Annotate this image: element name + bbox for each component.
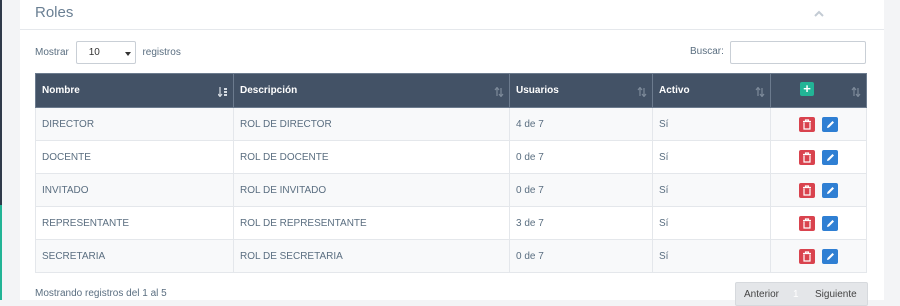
delete-button[interactable] bbox=[799, 248, 816, 264]
cell-descripcion: ROL DE SECRETARIA bbox=[233, 239, 510, 273]
table-row: DOCENTE ROL DE DOCENTE 0 de 7 Sí bbox=[35, 140, 867, 174]
column-header-label: Nombre bbox=[42, 85, 80, 96]
next-page-button[interactable]: Siguiente bbox=[815, 289, 857, 300]
pencil-icon bbox=[826, 153, 834, 161]
pencil-icon bbox=[826, 120, 834, 128]
sort-icon bbox=[637, 86, 647, 100]
cell-actions bbox=[770, 239, 867, 273]
cell-activo: Sí bbox=[652, 140, 771, 174]
cell-usuarios: 4 de 7 bbox=[509, 107, 653, 141]
page-length-control: Mostrar 10 registros bbox=[35, 41, 181, 64]
cell-usuarios: 0 de 7 bbox=[509, 239, 653, 273]
cell-actions bbox=[770, 206, 867, 240]
table-row: DIRECTOR ROL DE DIRECTOR 4 de 7 Sí bbox=[35, 107, 867, 141]
cell-activo: Sí bbox=[652, 107, 771, 141]
cell-actions bbox=[770, 173, 867, 207]
table-header-row: Nombre Descripción Usuarios Activo + bbox=[35, 73, 867, 108]
cell-usuarios: 0 de 7 bbox=[509, 140, 653, 174]
edit-button[interactable] bbox=[821, 116, 838, 132]
sort-icon bbox=[755, 86, 765, 100]
left-nav-active-edge bbox=[0, 205, 2, 300]
current-page-button[interactable]: 1 bbox=[793, 289, 799, 300]
delete-button[interactable] bbox=[799, 182, 816, 198]
cell-descripcion: ROL DE DIRECTOR bbox=[233, 107, 510, 141]
delete-button[interactable] bbox=[799, 149, 816, 165]
roles-panel: Roles Mostrar 10 registros Buscar: Nombr… bbox=[20, 0, 884, 306]
trash-icon bbox=[803, 118, 812, 130]
edit-button[interactable] bbox=[821, 248, 838, 264]
records-label: registros bbox=[142, 47, 181, 58]
cell-nombre: REPRESENTANTE bbox=[35, 206, 234, 240]
cell-usuarios: 0 de 7 bbox=[509, 173, 653, 207]
table-row: REPRESENTANTE ROL DE REPRESENTANTE 3 de … bbox=[35, 206, 867, 240]
panel-title: Roles bbox=[35, 4, 74, 21]
sort-icon bbox=[851, 86, 861, 100]
column-header-activo[interactable]: Activo bbox=[652, 73, 771, 108]
table-row: INVITADO ROL DE INVITADO 0 de 7 Sí bbox=[35, 173, 867, 207]
roles-table: Nombre Descripción Usuarios Activo + DIR… bbox=[35, 73, 867, 273]
search-label: Buscar: bbox=[690, 46, 724, 57]
cell-actions bbox=[770, 140, 867, 174]
cell-nombre: DOCENTE bbox=[35, 140, 234, 174]
edit-button[interactable] bbox=[821, 215, 838, 231]
column-header-label: Descripción bbox=[240, 85, 298, 96]
cell-activo: Sí bbox=[652, 173, 771, 207]
trash-icon bbox=[803, 184, 812, 196]
column-header-actions: + bbox=[770, 73, 867, 108]
delete-button[interactable] bbox=[799, 215, 816, 231]
column-header-nombre[interactable]: Nombre bbox=[35, 73, 234, 108]
search-input[interactable] bbox=[730, 41, 866, 64]
cell-activo: Sí bbox=[652, 239, 771, 273]
column-header-usuarios[interactable]: Usuarios bbox=[509, 73, 653, 108]
column-header-label: Activo bbox=[659, 85, 690, 96]
chevron-up-icon[interactable] bbox=[811, 6, 827, 22]
pagination: Anterior 1 Siguiente bbox=[735, 282, 868, 306]
column-header-label: Usuarios bbox=[516, 85, 559, 96]
table-info: Mostrando registros del 1 al 5 bbox=[35, 288, 167, 299]
delete-button[interactable] bbox=[799, 116, 816, 132]
cell-descripcion: ROL DE INVITADO bbox=[233, 173, 510, 207]
sort-icon bbox=[494, 86, 504, 100]
trash-icon bbox=[803, 250, 812, 262]
pencil-icon bbox=[826, 252, 834, 260]
show-label: Mostrar bbox=[35, 47, 69, 58]
edit-button[interactable] bbox=[821, 149, 838, 165]
cell-usuarios: 3 de 7 bbox=[509, 206, 653, 240]
plus-icon: + bbox=[803, 81, 811, 96]
cell-nombre: INVITADO bbox=[35, 173, 234, 207]
trash-icon bbox=[803, 151, 812, 163]
cell-descripcion: ROL DE DOCENTE bbox=[233, 140, 510, 174]
page-size-value: 10 bbox=[88, 47, 100, 58]
add-role-button[interactable]: + bbox=[800, 82, 814, 96]
pencil-icon bbox=[826, 219, 834, 227]
trash-icon bbox=[803, 217, 812, 229]
cell-activo: Sí bbox=[652, 206, 771, 240]
prev-page-button[interactable]: Anterior bbox=[744, 289, 779, 300]
edit-button[interactable] bbox=[821, 182, 838, 198]
page-size-select[interactable]: 10 bbox=[75, 41, 136, 64]
caret-down-icon bbox=[124, 49, 132, 60]
cell-nombre: SECRETARIA bbox=[35, 239, 234, 273]
table-row: SECRETARIA ROL DE SECRETARIA 0 de 7 Sí bbox=[35, 239, 867, 273]
cell-actions bbox=[770, 107, 867, 141]
cell-descripcion: ROL DE REPRESENTANTE bbox=[233, 206, 510, 240]
cell-nombre: DIRECTOR bbox=[35, 107, 234, 141]
sort-alpha-asc-icon bbox=[217, 87, 228, 100]
panel-header: Roles bbox=[20, 0, 884, 30]
column-header-descripcion[interactable]: Descripción bbox=[233, 73, 510, 108]
pencil-icon bbox=[826, 186, 834, 194]
